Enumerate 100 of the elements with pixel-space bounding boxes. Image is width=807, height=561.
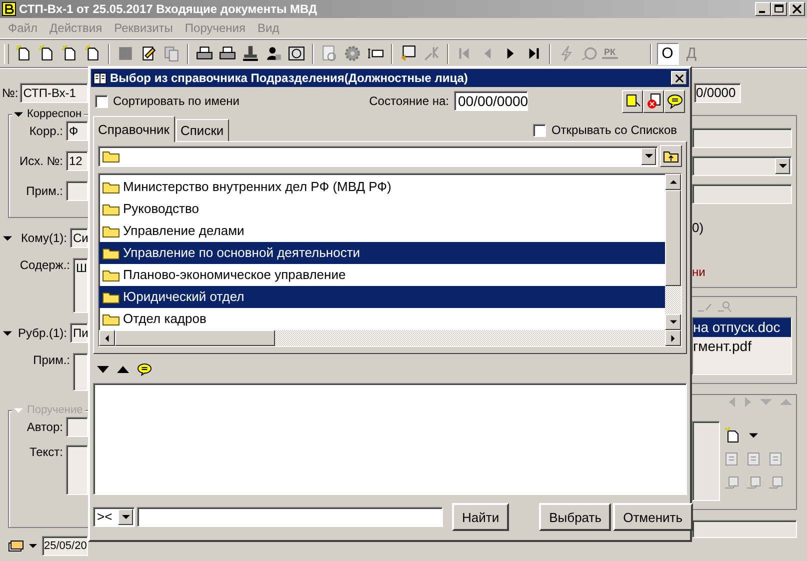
select-icon-button[interactable] <box>622 90 643 113</box>
date-field[interactable]: 0/0000 <box>694 83 741 103</box>
field-label: Прим.: <box>25 184 64 198</box>
dropdown-arrow-icon <box>778 164 786 168</box>
folder-icon <box>102 180 120 194</box>
input-field[interactable]: 12 <box>66 151 88 171</box>
cancel-button[interactable]: Отменить <box>613 503 693 531</box>
folder-up-icon <box>663 149 679 164</box>
vertical-scrollbar[interactable] <box>665 174 681 330</box>
delete-icon <box>646 93 662 110</box>
file-item[interactable]: на отпуск.doc <box>693 318 791 337</box>
text-area[interactable] <box>692 421 720 501</box>
field-label: Автор: <box>26 420 64 434</box>
checkbox-label: Сортировать по имени <box>113 94 240 108</box>
folder-icon <box>102 290 120 304</box>
close-button[interactable] <box>789 2 805 16</box>
field-label: Прим.: <box>32 353 71 367</box>
find-button[interactable]: Найти <box>452 503 510 531</box>
scroll-down-icon[interactable] <box>670 320 676 324</box>
list-item[interactable]: Министерство внутренних дел РФ (МВД РФ) <box>99 176 665 198</box>
field-label: Корр.: <box>28 124 64 138</box>
input-field[interactable] <box>692 128 792 148</box>
cards-icon[interactable] <box>8 539 24 553</box>
input-field[interactable]: Ф <box>66 121 88 141</box>
text-area[interactable]: Ш <box>73 258 88 313</box>
group-title: Корреспон <box>27 108 82 120</box>
folder-icon <box>102 149 120 164</box>
field-text: ни <box>692 265 706 279</box>
dialog-title: Выбор из справочника Подразделения(Должностные лица) <box>110 71 469 85</box>
list-item[interactable]: Отдел кадров <box>99 308 665 330</box>
speech-bubble-icon[interactable] <box>137 363 152 376</box>
folder-icon <box>102 312 120 326</box>
input-field[interactable] <box>66 417 88 437</box>
close-icon <box>674 74 684 82</box>
folder-icon <box>102 202 120 216</box>
list-item[interactable]: Планово-экономическое управление <box>99 264 665 286</box>
document-pointer-icon <box>624 93 640 110</box>
up-arrow-icon[interactable] <box>117 366 129 374</box>
dropdown-arrow-icon[interactable] <box>29 544 37 548</box>
scroll-left-icon[interactable] <box>105 334 109 342</box>
collapse-arrow-icon[interactable] <box>14 112 23 116</box>
list-item[interactable]: Управление делами <box>99 220 665 242</box>
close-button[interactable] <box>671 71 687 85</box>
search-mode-dropdown[interactable]: >< <box>93 507 135 527</box>
scroll-up-icon[interactable] <box>670 180 676 184</box>
select-button[interactable]: Выбрать <box>539 503 612 531</box>
folder-dropdown[interactable] <box>98 146 658 167</box>
folder-up-button[interactable] <box>660 145 682 168</box>
horizontal-scrollbar[interactable] <box>99 330 681 346</box>
text-area[interactable] <box>66 445 88 495</box>
search-field[interactable] <box>137 507 443 527</box>
input-field[interactable]: СТП-Вх-1 <box>20 83 88 103</box>
input-field[interactable]: Си <box>70 228 88 248</box>
folder-icon <box>102 224 120 238</box>
window-title: СТП-Вх-1 от 25.05.2017 Входящие документы МВД <box>19 2 318 16</box>
dropdown-arrow-icon[interactable] <box>749 432 758 438</box>
checkbox[interactable] <box>533 124 546 137</box>
field-label: Рубр.(1): <box>16 326 68 340</box>
date-field[interactable]: 25/05/20 <box>42 536 88 556</box>
close-icon <box>792 4 802 14</box>
stamp-icon[interactable] <box>240 43 261 64</box>
field-label: Исх. №: <box>18 154 64 168</box>
collapse-arrow-icon[interactable] <box>3 330 12 336</box>
field-label: Состояние на: <box>369 94 449 108</box>
field-label: Текст: <box>28 445 64 459</box>
checkbox[interactable] <box>95 94 108 108</box>
app-icon <box>2 2 16 16</box>
new-document-icon[interactable] <box>724 427 740 443</box>
toolbar-toggle[interactable]: О <box>656 42 678 64</box>
list-item[interactable]: Управление по основной деятельности <box>99 242 665 264</box>
folder-icon <box>102 268 120 282</box>
comment-icon-button[interactable] <box>664 90 685 113</box>
file-item[interactable]: гмент.pdf <box>693 337 791 356</box>
maximize-button[interactable] <box>771 2 787 16</box>
input-field[interactable] <box>692 184 792 204</box>
down-arrow-icon[interactable] <box>97 366 109 374</box>
input-field[interactable] <box>66 181 88 201</box>
dropdown-arrow-icon <box>644 154 652 158</box>
text-area[interactable] <box>73 353 88 391</box>
field-text: 0) <box>692 220 705 235</box>
field-label: Содерж.: <box>18 258 71 272</box>
checkbox-label: Открывать со Списков <box>551 123 677 138</box>
input-field[interactable]: Пи <box>70 323 88 343</box>
clear-icon-button[interactable] <box>643 90 664 113</box>
maximize-icon <box>774 4 784 14</box>
field-label: Кому(1): <box>20 231 68 245</box>
tab[interactable]: Списки <box>176 119 229 142</box>
speech-bubble-icon <box>666 93 682 110</box>
list-item[interactable]: Юридический отдел <box>99 286 665 308</box>
scroll-right-icon[interactable] <box>671 334 675 342</box>
dropdown-arrow-icon <box>122 515 130 519</box>
minimize-button[interactable] <box>755 2 771 16</box>
date-field[interactable]: 00/00/0000 <box>454 91 528 112</box>
tab[interactable]: Справочник <box>93 116 174 142</box>
folder-icon <box>102 246 120 260</box>
book-icon <box>93 72 107 84</box>
minimize-icon <box>759 11 765 13</box>
collapse-arrow-icon[interactable] <box>3 236 12 240</box>
list-item[interactable]: Руководство <box>99 198 665 220</box>
dropdown-field[interactable] <box>692 156 792 176</box>
